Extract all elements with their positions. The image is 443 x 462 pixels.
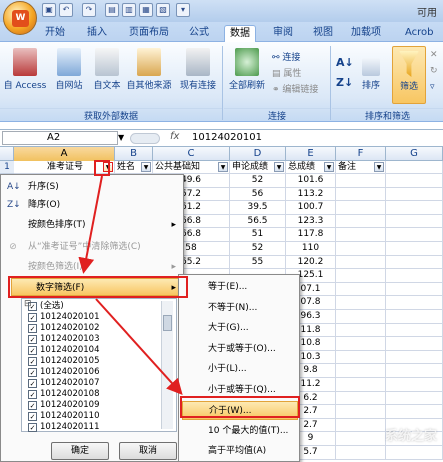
- watermark-logo: 系统之家: [384, 429, 437, 444]
- arrow-to-between: [95, 298, 183, 395]
- arrow-to-number-filter: [78, 175, 103, 274]
- annotation-arrows: [78, 175, 183, 395]
